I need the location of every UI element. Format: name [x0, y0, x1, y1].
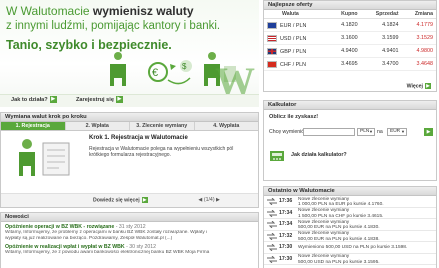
learn-more-link[interactable]: Dowiedz się więcej ▶ [93, 197, 148, 203]
activity-item: 17:34 Nowe zlecenie wymiany 500,00 EUR na… [264, 219, 436, 231]
calculator-panel: Kalkulator Oblicz ile zyskasz! Chcę wymi… [263, 100, 437, 181]
chevron-down-icon: ▼ [369, 129, 373, 134]
change-rate: 3.4648 [401, 57, 436, 71]
steps-footer: Dowiedz się więcej ▶ ◀ (1/4) ▶ [1, 193, 258, 207]
to-label: na [377, 129, 383, 135]
calculator-icon [270, 151, 284, 161]
buy-rate: 4.1820 [328, 18, 361, 32]
calculator-subtitle: Oblicz ile zyskasz! [269, 114, 319, 120]
eu-flag-icon [267, 21, 277, 29]
table-header-row: Waluta Kupno Sprzedaż Zmiana [264, 10, 436, 19]
svg-text:$: $ [182, 62, 187, 71]
recent-title: Ostatnio w Walutomacie [264, 187, 436, 196]
col-buy: Kupno [328, 10, 361, 19]
svg-text:€: € [152, 67, 158, 79]
sell-rate: 4.9401 [360, 44, 402, 58]
sell-rate: 3.1599 [360, 31, 402, 45]
steps-tabs: 1. Rejestracja 2. Wpłata 3. Zlecenie wym… [1, 122, 258, 131]
how-it-works-link[interactable]: Jak to działa? ▶ [11, 96, 57, 103]
offers-more-link[interactable]: Więcej ▶ [407, 82, 431, 89]
exchange-icon [267, 209, 277, 217]
step-title: Krok 1. Rejestracja w Walutomacie [89, 135, 188, 141]
tab-registration[interactable]: 1. Rejestracja [1, 122, 66, 130]
news-excerpt: Witamy, Informujemy, że z powodu awarii … [5, 249, 210, 255]
calculator-title: Kalkulator [264, 101, 436, 110]
chevron-down-icon: ▼ [401, 129, 405, 134]
news-item[interactable]: Opóźnienie operacji w BZ WBK - rozwiązan… [1, 222, 258, 242]
sell-rate: 3.4700 [360, 57, 402, 71]
offers-table: Waluta Kupno Sprzedaż Zmiana EUR / PLN 4… [264, 10, 436, 71]
buy-rate: 3.1600 [328, 31, 361, 45]
table-row[interactable]: USD / PLN 3.1600 3.1599 3.1529 [264, 31, 436, 45]
next-step-icon[interactable]: ▶ [216, 197, 220, 203]
exchange-icon [267, 244, 277, 251]
table-row[interactable]: EUR / PLN 4.1820 4.1824 4.1779 [264, 18, 436, 32]
buy-rate: 4.9400 [328, 44, 361, 58]
register-link[interactable]: Zarejestruj się ▶ [76, 96, 123, 103]
news-item[interactable]: Opóźnienie w realizacji wpłat i wypłat w… [1, 242, 258, 256]
change-rate: 3.1529 [401, 31, 436, 45]
currency-pair: GBP / PLN [264, 44, 329, 58]
gb-flag-icon [267, 47, 277, 55]
col-currency: Waluta [264, 10, 329, 19]
tab-deposit[interactable]: 2. Wpłata [65, 122, 130, 130]
news-title: Nowości [1, 213, 258, 222]
step-description: Rejestracja w Walutomacie polega na wype… [89, 146, 234, 159]
exchange-icon [267, 198, 277, 205]
tab-withdrawal[interactable]: 4. Wypłata [194, 122, 258, 130]
tab-exchange-order[interactable]: 3. Zlecenie wymiany [130, 122, 195, 130]
change-rate: 4.1779 [401, 18, 436, 32]
exchange-icon [267, 232, 277, 240]
buy-rate: 3.4695 [328, 57, 361, 71]
news-date: - 30 sty 2012 [124, 243, 157, 250]
to-currency-select[interactable]: EUR ▼ [387, 128, 407, 136]
activity-item: 17:32 Nowe zlecenie wymiany 500,00 EUR na… [264, 231, 436, 242]
exchange-icon [267, 255, 277, 263]
from-currency-select[interactable]: PLN ▼ [357, 128, 375, 136]
activity-item: 17:34 Nowe zlecenie wymiany 1 500,00 PLN … [264, 208, 436, 219]
table-row[interactable]: CHF / PLN 3.4695 3.4700 3.4648 [264, 57, 436, 71]
col-change: Zmiana [401, 10, 436, 19]
best-offers-panel: Najlepsze oferty Waluta Kupno Sprzedaż Z… [263, 0, 437, 92]
hero-banner: W Walutomacie wymienisz waluty z innymi … [0, 0, 259, 107]
table-row[interactable]: GBP / PLN 4.9400 4.9401 4.9800 [264, 44, 436, 58]
activity-item: 17:36 Nowe zlecenie wymiany 1 000,00 PLN … [264, 196, 436, 208]
sell-rate: 4.1824 [360, 18, 402, 32]
col-sell: Sprzedaż [360, 10, 402, 19]
hero-headline: W Walutomacie wymienisz waluty [6, 4, 194, 18]
steps-panel: Wymiana walut krok po kroku 1. Rejestrac… [0, 112, 259, 208]
exchange-icon [267, 221, 277, 228]
news-headline[interactable]: Opóźnienie w realizacji wpłat i wypłat w… [5, 244, 125, 250]
arrow-right-icon: ▶ [49, 96, 57, 103]
recent-activity-panel: Ostatnio w Walutomacie 17:36 Nowe zlecen… [263, 186, 437, 268]
prev-step-icon[interactable]: ◀ [198, 197, 202, 203]
calculator-form: Chcę wymienić: PLN ▼ na EUR ▼ ▶ [269, 128, 433, 137]
calculate-button[interactable]: ▶ [424, 128, 433, 136]
us-flag-icon [267, 34, 277, 42]
arrow-right-icon: ▶ [141, 197, 148, 203]
hero-subheadline: z innymi ludźmi, pomijając kantory i ban… [6, 20, 221, 32]
registration-illustration [19, 139, 70, 176]
currency-pair: USD / PLN [264, 31, 329, 45]
activity-item: 17:30 Wymieniono 500,00 USD na PLN po ku… [264, 242, 436, 254]
amount-label: Chcę wymienić: [269, 129, 306, 135]
step-pagination: ◀ (1/4) ▶ [198, 197, 220, 203]
arrow-right-icon: ▶ [425, 82, 431, 89]
change-rate: 4.9800 [401, 44, 436, 58]
calculator-help[interactable]: Jak działa kalkulator? [269, 147, 433, 167]
offers-title: Najlepsze oferty [264, 1, 436, 10]
calculator-help-link[interactable]: Jak działa kalkulator? [291, 152, 347, 158]
arrow-right-icon: ▶ [115, 96, 123, 103]
currency-pair: CHF / PLN [264, 57, 329, 71]
steps-title: Wymiana walut krok po kroku [1, 113, 258, 122]
news-panel: Nowości Opóźnienie operacji w BZ WBK - r… [0, 212, 259, 268]
ch-flag-icon [267, 60, 277, 68]
currency-pair: EUR / PLN [264, 18, 329, 32]
amount-input[interactable] [303, 128, 355, 136]
activity-item: 17:30 Nowe zlecenie wymiany 500,00 USD na… [264, 254, 436, 265]
